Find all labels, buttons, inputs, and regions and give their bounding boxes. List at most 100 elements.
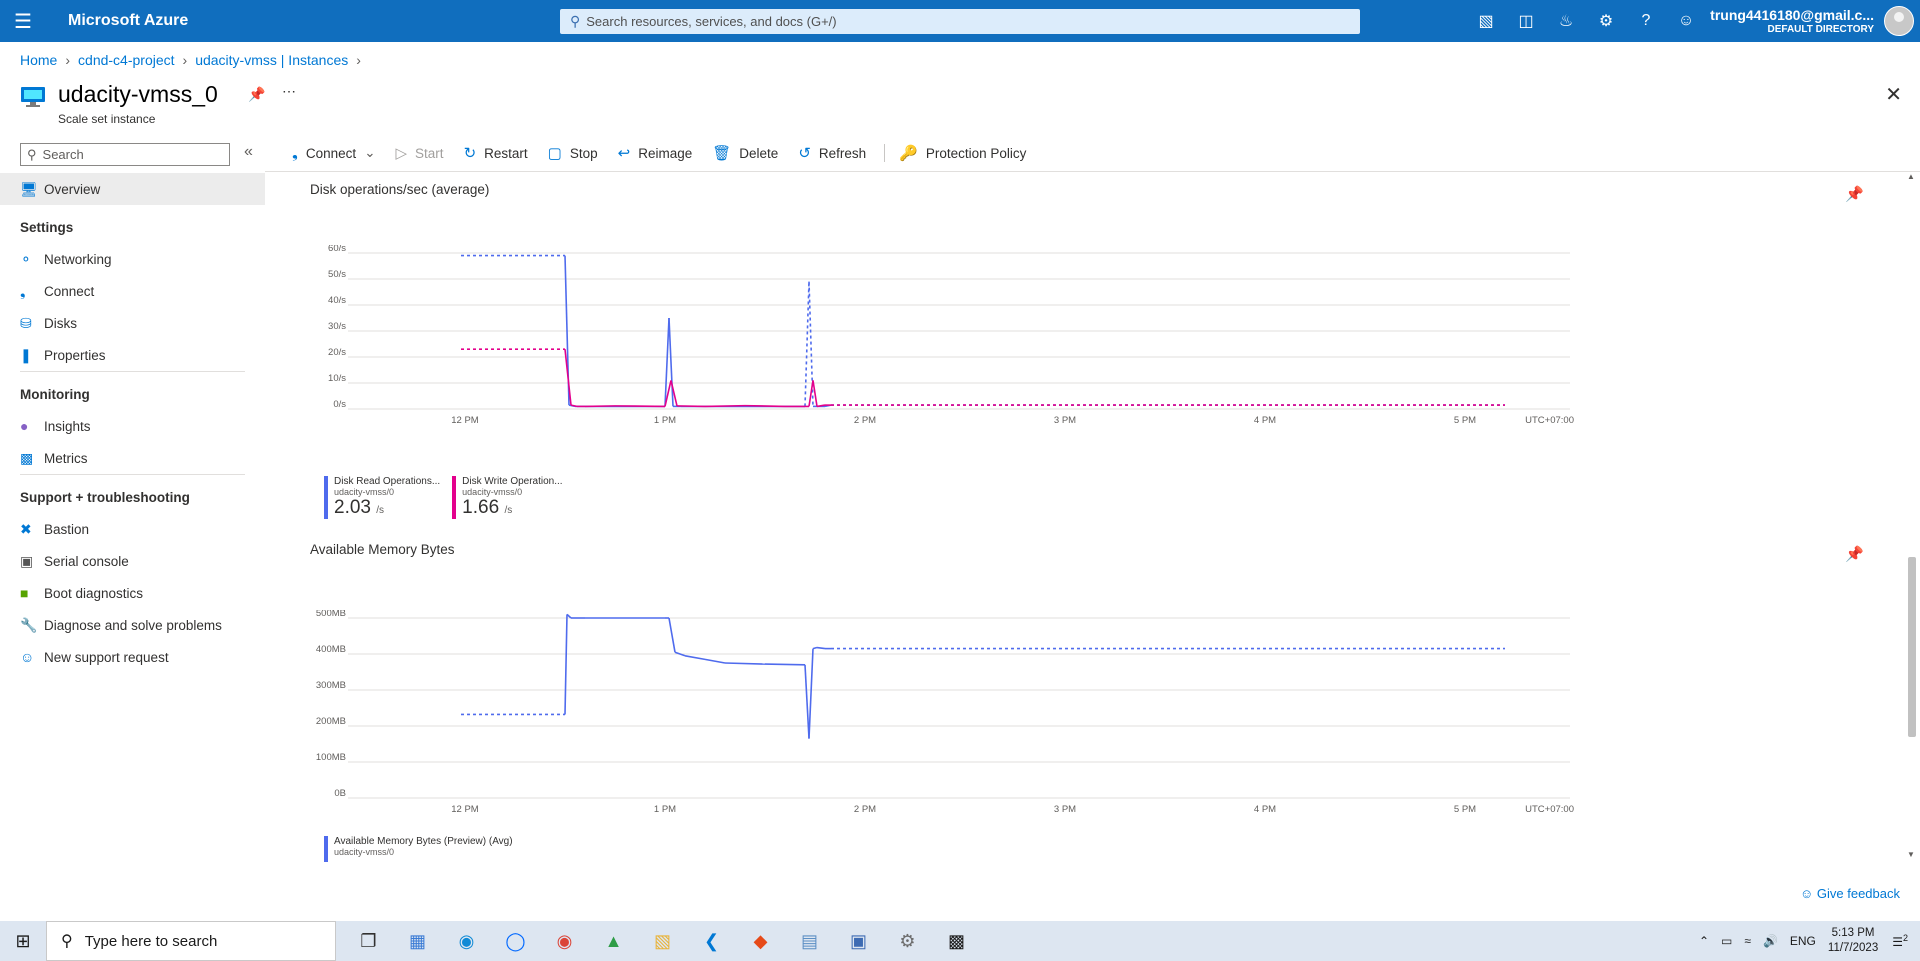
cloud-shell-icon[interactable]: ▧ xyxy=(1466,11,1506,31)
network-app-icon[interactable]: ▣ xyxy=(834,921,883,961)
close-icon[interactable]: ✕ xyxy=(1885,82,1902,107)
hamburger-icon[interactable]: ☰ xyxy=(0,0,46,42)
stop-button[interactable]: ▢ Stop xyxy=(548,144,598,162)
search-icon: ⚲ xyxy=(61,933,73,950)
windows-start-icon[interactable]: ⊞ xyxy=(0,931,46,952)
settings-app-icon[interactable]: ⚙ xyxy=(883,921,932,961)
protection-policy-button[interactable]: 🔑 Protection Policy xyxy=(899,144,1026,162)
task-view-icon[interactable]: ❐ xyxy=(344,921,393,961)
series-line-segment-0 xyxy=(668,617,676,653)
toolbar-divider xyxy=(884,144,886,162)
start-button[interactable]: ▷ Start xyxy=(396,144,444,162)
more-options-icon[interactable]: ⋯ xyxy=(282,83,296,100)
breadcrumb-instances[interactable]: udacity-vmss | Instances xyxy=(195,52,348,68)
sidebar-item-new-support-request[interactable]: ☺ New support request xyxy=(0,641,265,673)
legend-item-disk-read[interactable]: Disk Read Operations... udacity-vmss/0 2… xyxy=(324,476,440,519)
wifi-icon[interactable]: ≈ xyxy=(1744,934,1751,948)
reimage-button[interactable]: ↩ Reimage xyxy=(618,144,693,162)
y-tick-label: 0B xyxy=(334,788,346,799)
file-explorer-icon[interactable]: ▧ xyxy=(638,921,687,961)
language-indicator[interactable]: ENG xyxy=(1790,934,1816,948)
brand-title[interactable]: Microsoft Azure xyxy=(68,12,188,30)
taskbar-clock[interactable]: 5:13 PM 11/7/2023 xyxy=(1828,926,1878,956)
pin-icon[interactable]: 📌 xyxy=(248,86,265,103)
sidebar-item-disks[interactable]: ⛁ Disks xyxy=(0,307,265,339)
global-search-input[interactable]: ⚲ Search resources, services, and docs (… xyxy=(560,9,1360,34)
plug-icon: ❟ xyxy=(20,282,26,299)
restart-button[interactable]: ↻ Restart xyxy=(464,144,528,162)
available-memory-chart[interactable]: 0B 100MB 200MB 300MB 400MB 500MB 12 PM 1 PM 2 PM… xyxy=(310,610,1860,830)
command-bar: ❟ Connect ⌄ ▷ Start ↻ Restart ▢ Stop ↩ R… xyxy=(292,142,1046,164)
x-tick-label: 2 PM xyxy=(854,804,876,815)
sidebar-item-label: Bastion xyxy=(44,521,90,537)
timezone-label: UTC+07:00 xyxy=(1525,415,1574,426)
sidebar-item-bastion[interactable]: ✖ Bastion xyxy=(0,513,265,545)
sidebar-item-label: Connect xyxy=(44,283,95,299)
volume-icon[interactable]: 🔊 xyxy=(1763,934,1778,948)
feedback-icon: ☺ xyxy=(1799,886,1814,901)
vscode-icon[interactable]: ❮ xyxy=(687,921,736,961)
taskbar-search-input[interactable]: ⚲ Type here to search xyxy=(46,921,336,961)
breadcrumb-home[interactable]: Home xyxy=(20,52,57,68)
notes-app-icon[interactable]: ▤ xyxy=(785,921,834,961)
legend-item-memory[interactable]: Available Memory Bytes (Preview) (Avg) u… xyxy=(324,836,513,862)
boot-diagnostics-icon: ■ xyxy=(20,585,29,601)
legend-item-disk-write[interactable]: Disk Write Operation... udacity-vmss/0 1… xyxy=(452,476,563,519)
sidebar-search-input[interactable]: ⚲ Search xyxy=(20,143,230,166)
sidebar-item-insights[interactable]: ● Insights xyxy=(0,410,265,442)
sidebar-item-properties[interactable]: ❚ Properties xyxy=(0,339,265,371)
key-icon: 🔑 xyxy=(899,145,918,162)
sidebar-item-connect[interactable]: ❟ Connect xyxy=(0,275,265,307)
git-icon[interactable]: ◆ xyxy=(736,921,785,961)
clock-time: 5:13 PM xyxy=(1831,927,1875,939)
sidebar-item-metrics[interactable]: ▩ Metrics xyxy=(0,442,265,474)
bastion-icon: ✖ xyxy=(20,520,32,537)
feedback-icon[interactable]: ☺ xyxy=(1666,12,1706,30)
scroll-up-icon[interactable]: ▲ xyxy=(1907,172,1915,181)
legend-series-name: Disk Write Operation... xyxy=(462,476,563,487)
delete-button[interactable]: 🗑 Delete xyxy=(712,144,778,162)
sidebar-item-networking[interactable]: ⚬ Networking xyxy=(0,243,265,275)
sidebar-item-boot-diagnostics[interactable]: ■ Boot diagnostics xyxy=(0,577,265,609)
pin-icon[interactable]: 📌 xyxy=(1845,545,1864,563)
connect-button[interactable]: ❟ Connect ⌄ xyxy=(292,145,376,162)
file-app-icon[interactable]: ▦ xyxy=(393,921,442,961)
avatar[interactable] xyxy=(1884,6,1914,36)
remote-desktop-icon[interactable]: ▲ xyxy=(589,921,638,961)
legend-series-value: 1.66 /s xyxy=(462,497,562,519)
content-scrollbar[interactable]: ▲ ▼ xyxy=(1905,172,1917,862)
disk-operations-chart[interactable]: 0/s 10/s 20/s 30/s 40/s 50/s 60/s 12 PM 1 PM 2 PM… xyxy=(310,245,1860,470)
x-tick-label: 3 PM xyxy=(1054,415,1076,426)
x-tick-label: 1 PM xyxy=(654,804,676,815)
connect-label: Connect xyxy=(305,145,357,161)
sidebar-section-settings: Settings xyxy=(20,219,74,235)
breadcrumb-resource-group[interactable]: cdnd-c4-project xyxy=(78,52,175,68)
scroll-down-icon[interactable]: ▼ xyxy=(1907,850,1915,859)
edge-icon[interactable]: ◉ xyxy=(442,921,491,961)
sidebar-item-serial-console[interactable]: ▣ Serial console xyxy=(0,545,265,577)
sidebar-item-label: New support request xyxy=(44,649,169,665)
notification-center-icon[interactable]: ☰2 xyxy=(1892,933,1908,949)
terminal-icon[interactable]: ▩ xyxy=(932,921,981,961)
pin-icon[interactable]: 📌 xyxy=(1845,185,1864,203)
y-tick-label: 10/s xyxy=(328,373,346,384)
zalo-icon[interactable]: ◯ xyxy=(491,921,540,961)
chevron-up-icon[interactable]: ⌃ xyxy=(1699,934,1709,948)
notifications-icon[interactable]: ♨ xyxy=(1546,11,1586,31)
account-info[interactable]: trung4416180@gmail.c... DEFAULT DIRECTOR… xyxy=(1710,7,1874,35)
y-tick-label: 300MB xyxy=(316,680,346,691)
sidebar-item-diagnose[interactable]: 🔧 Diagnose and solve problems xyxy=(0,609,265,641)
settings-icon[interactable]: ⚙ xyxy=(1586,11,1626,31)
give-feedback-link[interactable]: ☺ Give feedback xyxy=(1800,886,1900,901)
collapse-sidebar-icon[interactable]: « xyxy=(244,143,253,161)
battery-icon[interactable]: ▭ xyxy=(1721,934,1732,948)
chrome-icon[interactable]: ◉ xyxy=(540,921,589,961)
refresh-button[interactable]: ↺ Refresh xyxy=(798,144,866,162)
sidebar-item-overview[interactable]: 🖥 Overview xyxy=(0,173,265,205)
legend-color-bar xyxy=(452,476,457,519)
chevron-right-icon: › xyxy=(356,52,361,68)
scrollbar-thumb[interactable] xyxy=(1908,557,1916,737)
directory-filter-icon[interactable]: ◫ xyxy=(1506,11,1546,31)
play-icon: ▷ xyxy=(395,145,408,162)
help-icon[interactable]: ? xyxy=(1626,12,1666,30)
